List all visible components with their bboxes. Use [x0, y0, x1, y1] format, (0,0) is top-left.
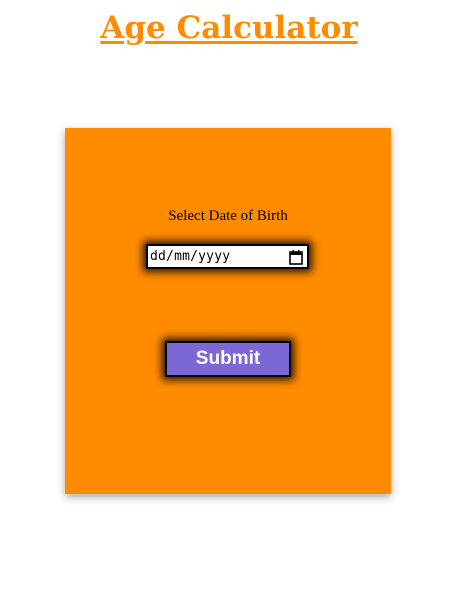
dob-label: Select Date of Birth [168, 208, 288, 224]
date-placeholder: dd/mm/yyyy [150, 249, 231, 264]
page-title: Age Calculator [100, 10, 358, 46]
calendar-icon[interactable] [289, 249, 303, 265]
submit-button[interactable]: Submit [165, 341, 291, 377]
date-of-birth-input[interactable]: dd/mm/yyyy [146, 244, 309, 269]
age-form-card: Select Date of Birth dd/mm/yyyy Submit [65, 128, 391, 494]
